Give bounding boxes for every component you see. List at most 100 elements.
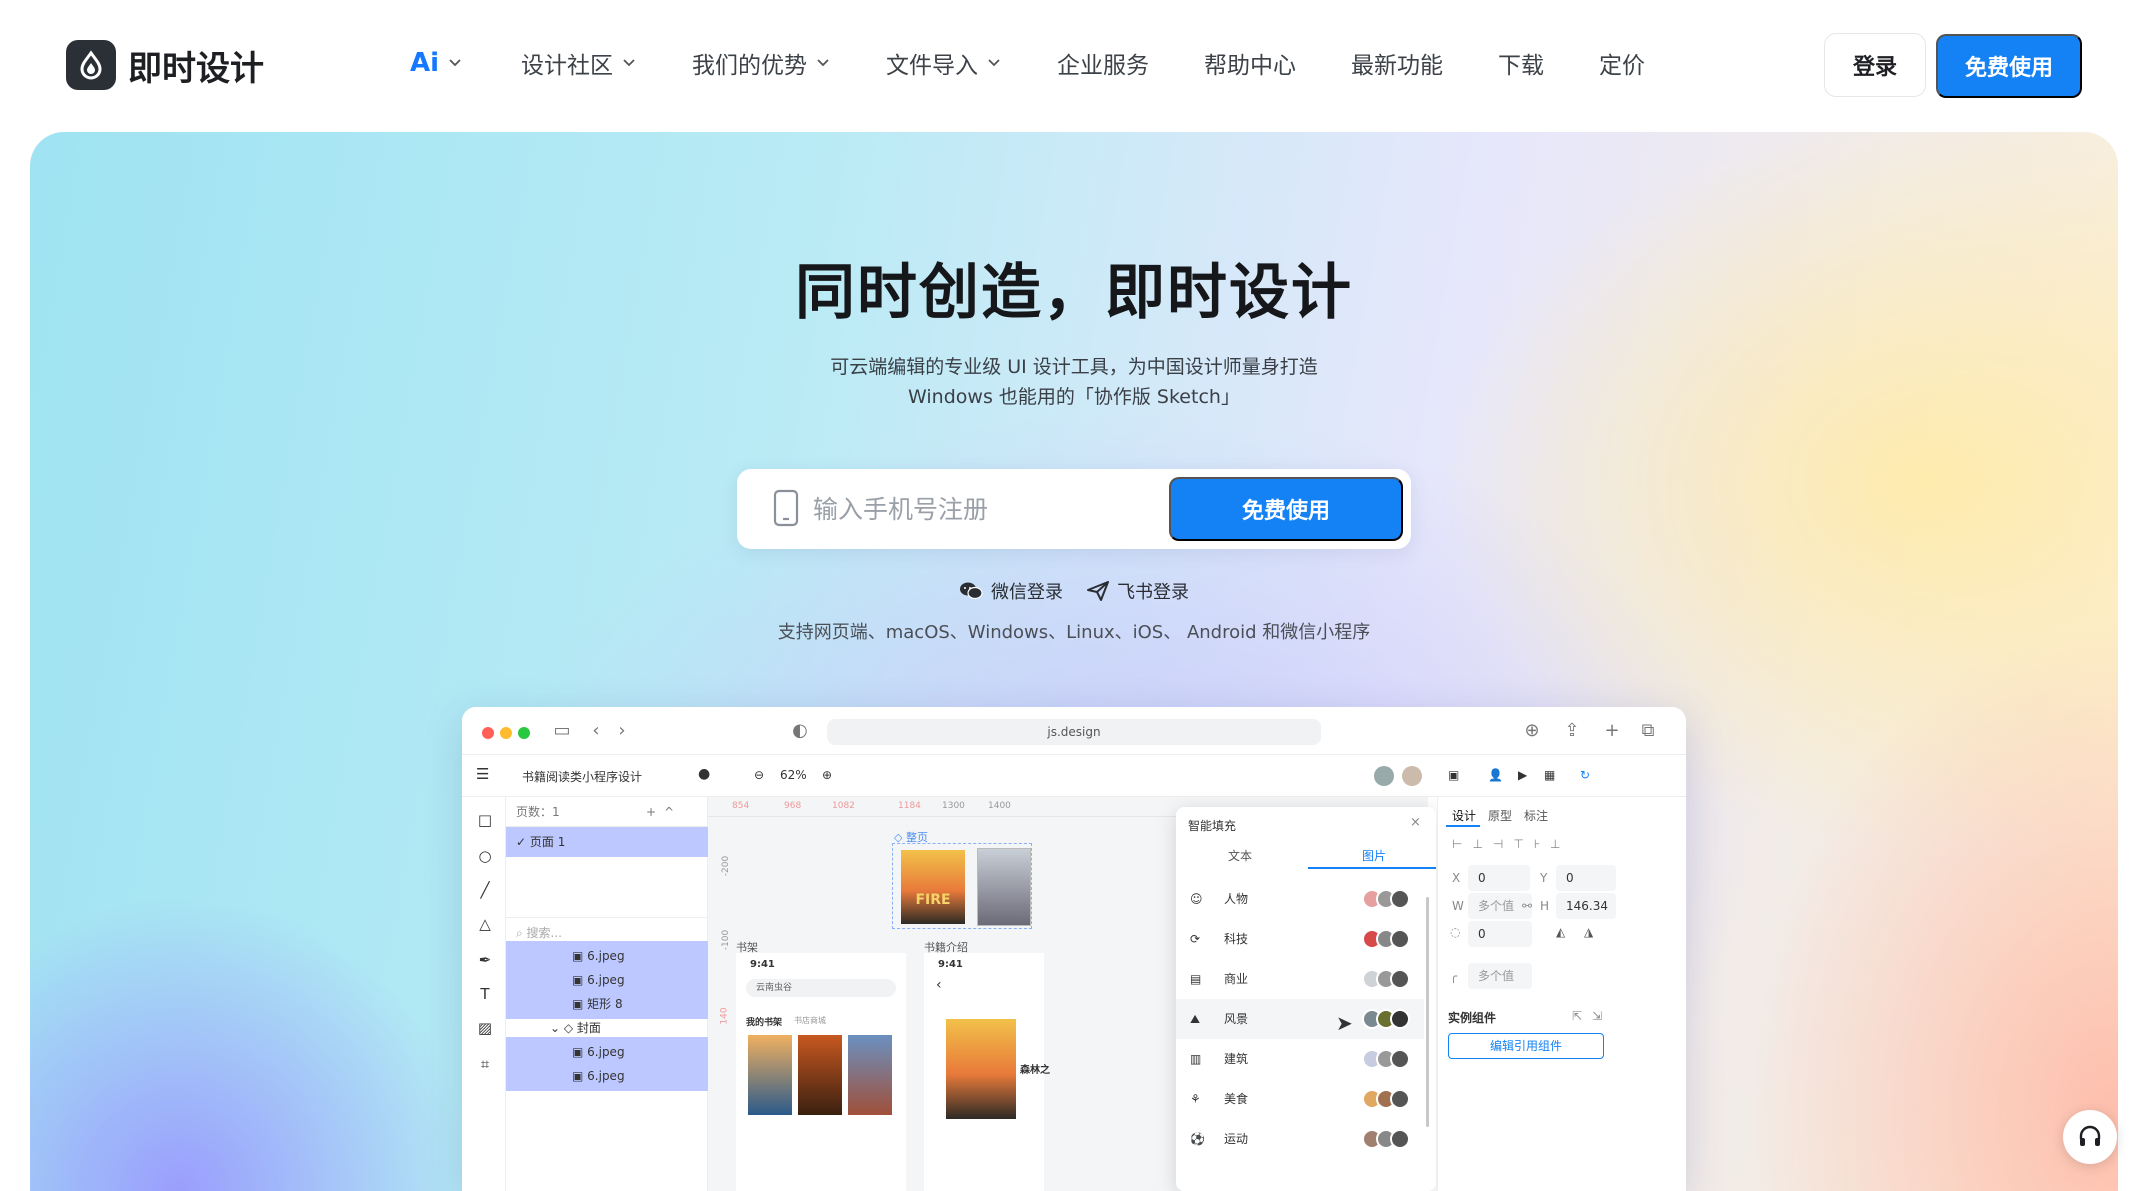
ruler-mark: 1300: [942, 801, 965, 811]
smart-fill-category[interactable]: ⛰ 风景 ➤: [1176, 999, 1424, 1039]
smart-fill-category[interactable]: ⚽ 运动: [1176, 1119, 1424, 1159]
zoom-in-icon: ⊕: [822, 768, 833, 782]
book-cover: FIRE: [901, 850, 965, 924]
url-bar: js.design: [827, 719, 1321, 745]
active-tab-indicator: [1446, 825, 1480, 827]
page-item[interactable]: ✓ 页面 1: [506, 827, 708, 857]
w-label: W: [1452, 899, 1464, 913]
signup-form: 免费使用: [737, 469, 1411, 549]
paper-plane-icon: [1087, 581, 1109, 601]
rotation-field[interactable]: 0: [1468, 921, 1532, 947]
phone-time: 9:41: [938, 959, 963, 970]
phone-input[interactable]: [813, 487, 1113, 531]
wechat-icon: [960, 582, 983, 600]
nav-item-ai[interactable]: Ai: [410, 48, 463, 78]
tab-design[interactable]: 设计: [1452, 807, 1476, 824]
play-icon: ▶: [1518, 768, 1528, 782]
smart-fill-category[interactable]: ▥ 建筑: [1176, 1039, 1424, 1079]
x-field[interactable]: 0: [1468, 865, 1530, 891]
nav-item-import[interactable]: 文件导入: [886, 46, 1002, 80]
popup-title: 智能填充: [1188, 819, 1237, 833]
phone-search: 云南虫谷: [746, 979, 896, 997]
brand-logo[interactable]: 即时设计: [66, 40, 264, 90]
smart-fill-category[interactable]: ▤ 商业: [1176, 959, 1424, 999]
food-icon: ⚘: [1190, 1092, 1201, 1106]
feishu-login-label: 飞书登录: [1117, 582, 1189, 603]
popup-tab-text[interactable]: 文本: [1228, 847, 1252, 864]
cover-frame[interactable]: FIRE: [892, 843, 1032, 929]
free-use-button[interactable]: 免费使用: [1936, 34, 2082, 98]
y-field[interactable]: 0: [1556, 865, 1616, 891]
category-label: 美食: [1224, 1092, 1249, 1106]
nav-item-help[interactable]: 帮助中心: [1204, 46, 1296, 80]
wechat-login-link[interactable]: 微信登录: [959, 578, 1063, 604]
flip-vertical-icon[interactable]: ◮: [1584, 925, 1593, 939]
browser-bar: ▭ ‹ › ◐ js.design ⊕ ⇪ + ⧉: [462, 707, 1686, 755]
sports-icon: ⚽: [1190, 1132, 1205, 1146]
tab-prototype[interactable]: 原型: [1488, 807, 1512, 824]
hero-free-use-button[interactable]: 免费使用: [1169, 477, 1403, 541]
nav-item-advantages[interactable]: 我们的优势: [692, 46, 831, 80]
app-preview: ▭ ‹ › ◐ js.design ⊕ ⇪ + ⧉ ☰ 书籍阅读类小程序设计 ●…: [462, 707, 1686, 1191]
smart-fill-category[interactable]: ⚘ 美食: [1176, 1079, 1424, 1119]
properties-panel: 设计 原型 标注 ⊢⊥⊣⊤⊦⊥ X 0 Y 0 W 多个值 ⚯ H 146.34…: [1437, 797, 1686, 1191]
smart-fill-category[interactable]: ⟳ 科技: [1176, 919, 1424, 959]
nav-item-label: 企业服务: [1057, 53, 1150, 79]
nav-item-whats-new[interactable]: 最新功能: [1351, 46, 1443, 80]
category-label: 运动: [1224, 1132, 1249, 1146]
customer-support-button[interactable]: [2063, 1110, 2117, 1164]
radius-field[interactable]: 多个值: [1468, 963, 1532, 989]
rotate-icon: ◌: [1450, 925, 1461, 939]
thumb: [1390, 889, 1410, 909]
flip-horizontal-icon[interactable]: ◭: [1556, 925, 1565, 939]
line-tool-icon: ╱: [480, 881, 490, 899]
menu-icon: ☰: [476, 765, 490, 783]
edit-reference-button[interactable]: 编辑引用组件: [1448, 1033, 1604, 1059]
h-field[interactable]: 146.34: [1556, 893, 1616, 919]
avatar: [1374, 766, 1394, 786]
layer-item[interactable]: ▣ 6.jpeg: [506, 1061, 708, 1091]
thumb: [1390, 1089, 1410, 1109]
nav-item-label: 我们的优势: [692, 53, 808, 79]
ruler-mark: 1400: [988, 801, 1011, 811]
nav-item-label: Ai: [410, 48, 440, 78]
detach-icon[interactable]: ⇱: [1572, 1009, 1582, 1023]
nav-item-pricing[interactable]: 定价: [1599, 46, 1645, 80]
frame-tool-icon: ⌗: [480, 1055, 490, 1073]
phone-tab: 我的书架: [746, 1018, 783, 1028]
nav-item-label: 设计社区: [521, 53, 614, 79]
nav-item-enterprise[interactable]: 企业服务: [1057, 46, 1149, 80]
smart-fill-category[interactable]: ☺ 人物: [1176, 879, 1424, 919]
goto-component-icon[interactable]: ⇲: [1592, 1009, 1602, 1023]
category-label: 风景: [1224, 1012, 1249, 1026]
ruler-mark: 1184: [898, 801, 921, 811]
ruler-mark: -100: [721, 929, 732, 951]
feishu-login-link[interactable]: 飞书登录: [1087, 578, 1189, 604]
link-icon[interactable]: ⚯: [1522, 899, 1532, 913]
wechat-login-label: 微信登录: [991, 582, 1063, 603]
phone-frame-intro[interactable]: 9:41 ‹ 森林之: [924, 953, 1050, 1191]
active-tab-indicator: [1308, 867, 1436, 869]
tech-icon: ⟳: [1190, 932, 1201, 946]
category-label: 人物: [1224, 892, 1249, 906]
supported-platforms: 支持网页端、macOS、Windows、Linux、iOS、 Android 和…: [777, 622, 1371, 643]
popup-tab-image[interactable]: 图片: [1362, 847, 1386, 864]
login-button[interactable]: 登录: [1824, 33, 1926, 97]
ruler-mark: 140: [719, 1007, 730, 1025]
image-layer-icon: ▣: [572, 1045, 588, 1059]
popup-scrollbar[interactable]: [1426, 897, 1429, 1127]
phone-frame-shelf[interactable]: 9:41 云南虫谷 我的书架 书店商城: [736, 953, 906, 1191]
mouse-cursor-icon: ➤: [1336, 1011, 1353, 1035]
close-icon[interactable]: ×: [1410, 815, 1421, 830]
component-icon: ⌄ ◇: [550, 1021, 577, 1035]
nav-item-community[interactable]: 设计社区: [521, 46, 637, 80]
image-tool-icon: ▨: [477, 1019, 493, 1037]
category-label: 建筑: [1224, 1052, 1249, 1066]
people-icon: ☺: [1190, 892, 1203, 906]
nav-item-download[interactable]: 下载: [1498, 46, 1544, 80]
chevron-down-icon: [449, 59, 461, 67]
layer-label: 封面: [576, 1021, 601, 1035]
users-icon: 👤: [1488, 768, 1503, 782]
tab-annotate[interactable]: 标注: [1524, 807, 1548, 824]
ruler-mark: -200: [721, 855, 732, 877]
